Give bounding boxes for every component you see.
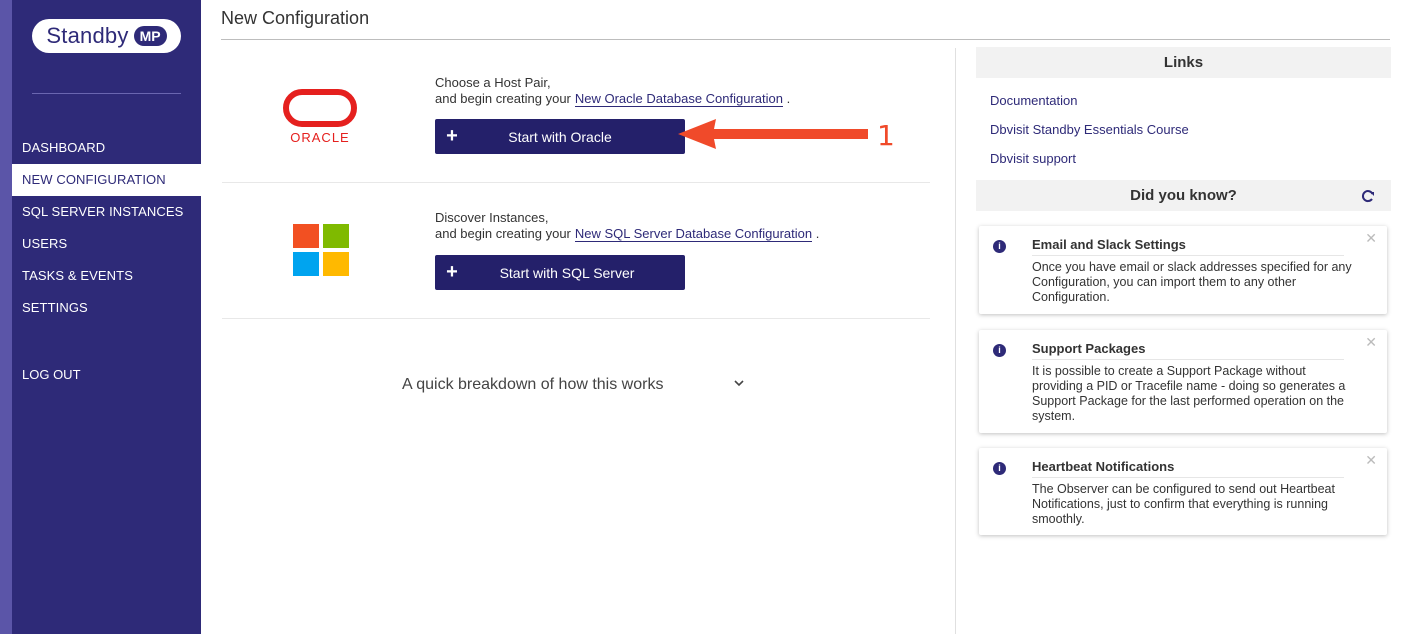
sqlserver-desc-prefix: and begin creating your — [435, 226, 571, 241]
start-with-oracle-label: Start with Oracle — [508, 128, 612, 145]
column-divider — [955, 48, 956, 634]
info-icon: i — [993, 462, 1006, 475]
link-dbvisit-support[interactable]: Dbvisit support — [990, 151, 1076, 166]
app-logo[interactable]: Standby MP — [32, 19, 181, 53]
refresh-icon[interactable] — [1361, 180, 1375, 211]
did-you-know-header: Did you know? — [976, 180, 1391, 211]
close-icon[interactable]: ✕ — [1365, 230, 1377, 247]
start-with-sql-server-button[interactable]: + Start with SQL Server — [435, 255, 685, 290]
oracle-logo: ORACLE — [283, 89, 357, 145]
tip-body: The Observer can be configured to send o… — [1032, 482, 1335, 526]
sqlserver-description: Discover Instances, and begin creating y… — [435, 210, 819, 242]
microsoft-logo — [293, 224, 349, 276]
sidebar: Standby MP DASHBOARD NEW CONFIGURATION S… — [12, 0, 201, 634]
oracle-description: Choose a Host Pair, and begin creating y… — [435, 75, 790, 107]
sqlserver-config-link[interactable]: New SQL Server Database Configuration — [574, 226, 813, 242]
sidebar-item-tasks-events[interactable]: TASKS & EVENTS — [12, 260, 201, 292]
window-edge — [0, 0, 12, 634]
sidebar-item-new-configuration[interactable]: NEW CONFIGURATION — [12, 164, 201, 196]
info-icon: i — [993, 344, 1006, 357]
sidebar-nav: DASHBOARD NEW CONFIGURATION SQL SERVER I… — [12, 132, 201, 324]
oracle-desc-line1: Choose a Host Pair, — [435, 75, 551, 90]
sidebar-item-dashboard[interactable]: DASHBOARD — [12, 132, 201, 164]
tip-body: Once you have email or slack addresses s… — [1032, 260, 1352, 304]
tip-title: Heartbeat Notifications — [1032, 459, 1344, 478]
oracle-desc-prefix: and begin creating your — [435, 91, 571, 106]
start-with-sql-server-label: Start with SQL Server — [499, 264, 635, 281]
close-icon[interactable]: ✕ — [1365, 334, 1377, 351]
breakdown-toggle[interactable]: A quick breakdown of how this works — [402, 376, 663, 394]
info-icon: i — [993, 240, 1006, 253]
oracle-desc-line2: and begin creating your New Oracle Databa… — [435, 91, 790, 107]
annotation-arrow — [678, 119, 868, 149]
close-icon[interactable]: ✕ — [1365, 452, 1377, 469]
sidebar-item-logout[interactable]: LOG OUT — [22, 359, 81, 391]
plus-icon: + — [446, 125, 458, 147]
tip-title: Support Packages — [1032, 341, 1344, 360]
microsoft-logo-blue — [293, 252, 319, 276]
oracle-logo-text: ORACLE — [290, 130, 349, 145]
sqlserver-desc-suffix: . — [815, 226, 820, 241]
link-documentation[interactable]: Documentation — [990, 93, 1077, 108]
plus-icon: + — [446, 261, 458, 283]
tip-title: Email and Slack Settings — [1032, 237, 1344, 256]
sidebar-item-users[interactable]: USERS — [12, 228, 201, 260]
links-header: Links — [976, 47, 1391, 78]
sidebar-item-sql-server-instances[interactable]: SQL SERVER INSTANCES — [12, 196, 201, 228]
sidebar-divider — [32, 93, 181, 94]
did-you-know-title: Did you know? — [1130, 187, 1237, 204]
microsoft-logo-yellow — [323, 252, 349, 276]
link-essentials-course[interactable]: Dbvisit Standby Essentials Course — [990, 122, 1189, 137]
microsoft-logo-green — [323, 224, 349, 248]
annotation-number: 1 — [877, 119, 895, 152]
tip-card: i ✕ Support Packages It is possible to c… — [979, 330, 1387, 433]
sqlserver-desc-line1: Discover Instances, — [435, 210, 549, 225]
start-with-oracle-button[interactable]: + Start with Oracle — [435, 119, 685, 154]
oracle-desc-suffix: . — [786, 91, 791, 106]
chevron-down-icon[interactable] — [732, 373, 746, 393]
microsoft-logo-red — [293, 224, 319, 248]
sidebar-item-settings[interactable]: SETTINGS — [12, 292, 201, 324]
tip-card: i ✕ Heartbeat Notifications The Observer… — [979, 448, 1387, 535]
sqlserver-row: Discover Instances, and begin creating y… — [222, 183, 930, 319]
logo-badge: MP — [133, 26, 167, 46]
page-title: New Configuration — [221, 8, 370, 28]
sqlserver-desc-line2: and begin creating your New SQL Server Da… — [435, 226, 819, 242]
tip-body: It is possible to create a Support Packa… — [1032, 364, 1346, 423]
logo-text: Standby — [46, 23, 129, 48]
title-divider — [221, 39, 1390, 40]
oracle-config-link[interactable]: New Oracle Database Configuration — [574, 91, 783, 107]
tip-card: i ✕ Email and Slack Settings Once you ha… — [979, 226, 1387, 314]
